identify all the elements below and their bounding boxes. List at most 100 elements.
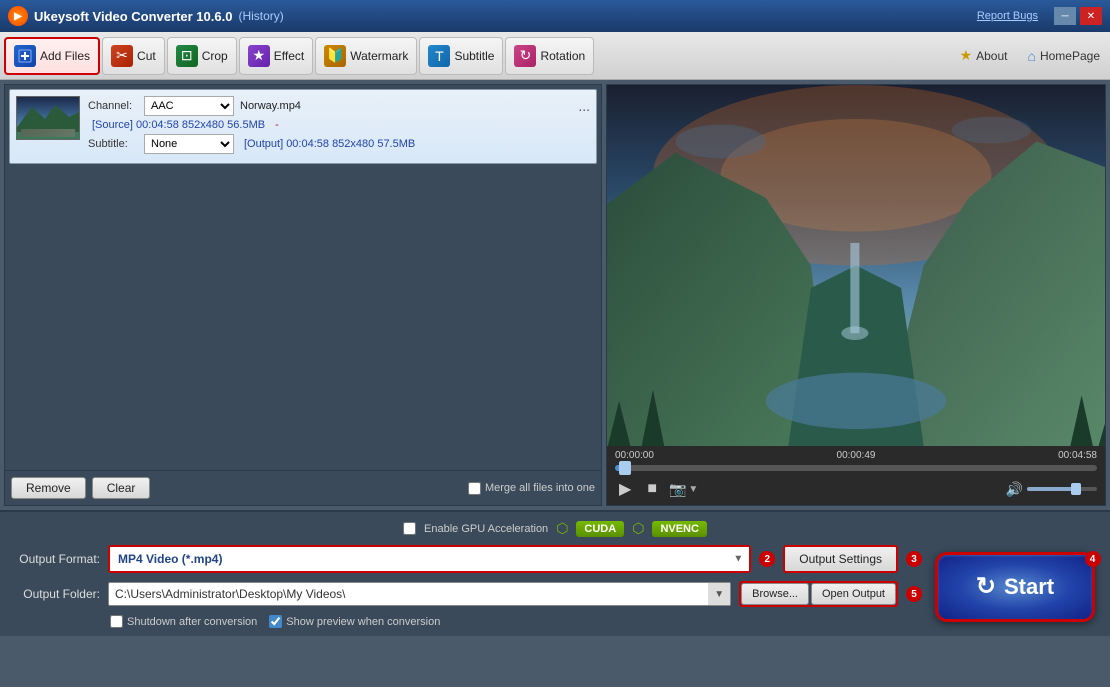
file-thumbnail bbox=[16, 96, 80, 140]
file-meta: Channel: AAC Norway.mp4 ... [Source] 00:… bbox=[88, 96, 590, 157]
cuda-badge[interactable]: CUDA bbox=[576, 521, 624, 537]
cut-label: Cut bbox=[137, 49, 156, 63]
format-select-wrapper: ▼ bbox=[108, 545, 751, 573]
close-button[interactable]: ✕ bbox=[1080, 7, 1102, 25]
open-output-button[interactable]: Open Output bbox=[811, 583, 896, 605]
watermark-label: Watermark bbox=[350, 49, 408, 63]
stop-button[interactable]: ■ bbox=[643, 478, 661, 500]
about-label: About bbox=[976, 49, 1007, 63]
nvidia-icon: ⬡ bbox=[556, 520, 568, 537]
file-list-panel: Channel: AAC Norway.mp4 ... [Source] 00:… bbox=[4, 84, 602, 506]
rotation-label: Rotation bbox=[540, 49, 585, 63]
report-bugs-link[interactable]: Report Bugs bbox=[977, 10, 1038, 22]
history-label[interactable]: (History) bbox=[238, 9, 283, 23]
file-list-content: Channel: AAC Norway.mp4 ... [Source] 00:… bbox=[5, 85, 601, 470]
preview-controls: 00:00:00 00:00:49 00:04:58 ▶ ■ 📷 ▼ 🔊 bbox=[607, 446, 1105, 505]
crop-icon: ⊡ bbox=[176, 45, 198, 67]
cut-icon: ✂ bbox=[111, 45, 133, 67]
camera-dropdown-icon[interactable]: ▼ bbox=[688, 484, 698, 495]
bottom-panel: Enable GPU Acceleration ⬡ CUDA ⬡ NVENC O… bbox=[0, 510, 1110, 636]
homepage-label: HomePage bbox=[1040, 49, 1100, 63]
shutdown-checkbox[interactable] bbox=[110, 615, 123, 628]
folder-label: Output Folder: bbox=[10, 587, 100, 601]
effect-label: Effect bbox=[274, 49, 304, 63]
time-end: 00:04:58 bbox=[1058, 450, 1097, 461]
volume-bar[interactable] bbox=[1027, 487, 1097, 491]
effect-icon: ★ bbox=[248, 45, 270, 67]
file-name: Norway.mp4 bbox=[240, 100, 572, 112]
file-options-button[interactable]: ... bbox=[578, 98, 590, 114]
folder-row: Output Folder: ▼ Browse... Open Output 5 bbox=[10, 581, 922, 607]
folder-input-wrapper: ▼ bbox=[108, 582, 731, 606]
output-info: [Output] 00:04:58 852x480 57.5MB bbox=[244, 138, 415, 150]
merge-checkbox[interactable] bbox=[468, 482, 481, 495]
preview-checkbox[interactable] bbox=[269, 615, 282, 628]
channel-select[interactable]: AAC bbox=[144, 96, 234, 116]
subtitle-select[interactable]: None bbox=[144, 134, 234, 154]
start-button[interactable]: ↻ Start bbox=[935, 552, 1095, 622]
crop-button[interactable]: ⊡ Crop bbox=[167, 37, 237, 75]
time-start: 00:00:00 bbox=[615, 450, 654, 461]
cut-button[interactable]: ✂ Cut bbox=[102, 37, 165, 75]
source-info: [Source] 00:04:58 852x480 56.5MB bbox=[92, 119, 265, 131]
screenshot-button[interactable]: 📷 ▼ bbox=[669, 481, 698, 498]
gpu-label: Enable GPU Acceleration bbox=[424, 523, 548, 535]
preview-panel: 00:00:00 00:00:49 00:04:58 ▶ ■ 📷 ▼ 🔊 bbox=[606, 84, 1106, 506]
shutdown-label: Shutdown after conversion bbox=[127, 616, 257, 628]
camera-icon: 📷 bbox=[669, 481, 686, 498]
watermark-icon: 🔰 bbox=[324, 45, 346, 67]
output-settings-button[interactable]: Output Settings bbox=[783, 545, 898, 573]
gpu-row: Enable GPU Acceleration ⬡ CUDA ⬡ NVENC bbox=[10, 520, 1100, 537]
about-icon: ★ bbox=[960, 47, 973, 64]
about-button[interactable]: ★ About bbox=[954, 43, 1014, 68]
minimize-button[interactable]: ─ bbox=[1054, 7, 1076, 25]
folder-dropdown-button[interactable]: ▼ bbox=[708, 583, 730, 605]
format-input[interactable] bbox=[110, 547, 749, 571]
remove-button[interactable]: Remove bbox=[11, 477, 86, 499]
volume-thumb[interactable] bbox=[1071, 483, 1081, 495]
watermark-button[interactable]: 🔰 Watermark bbox=[315, 37, 417, 75]
homepage-button[interactable]: ⌂ HomePage bbox=[1021, 44, 1106, 68]
start-icon: ↻ bbox=[976, 572, 996, 601]
start-label: Start bbox=[1004, 574, 1054, 600]
subtitle-button[interactable]: T Subtitle bbox=[419, 37, 503, 75]
folder-path-input[interactable] bbox=[109, 583, 708, 605]
volume-fill bbox=[1027, 487, 1076, 491]
browse-open-wrapper: Browse... Open Output bbox=[739, 581, 898, 607]
merge-label: Merge all files into one bbox=[485, 482, 595, 494]
toolbar: Add Files ✂ Cut ⊡ Crop ★ Effect 🔰 Waterm… bbox=[0, 32, 1110, 80]
file-list-footer: Remove Clear Merge all files into one bbox=[5, 470, 601, 505]
gpu-checkbox[interactable] bbox=[403, 522, 416, 535]
nvenc-badge[interactable]: NVENC bbox=[652, 521, 707, 537]
step4-badge: 4 bbox=[1085, 551, 1101, 567]
channel-label: Channel: bbox=[88, 100, 138, 112]
app-icon: ▶ bbox=[8, 6, 28, 26]
effect-button[interactable]: ★ Effect bbox=[239, 37, 313, 75]
options-row: Shutdown after conversion Show preview w… bbox=[110, 615, 922, 628]
browse-button[interactable]: Browse... bbox=[741, 583, 809, 605]
title-bar: ▶ Ukeysoft Video Converter 10.6.0 (Histo… bbox=[0, 0, 1110, 32]
file-item: Channel: AAC Norway.mp4 ... [Source] 00:… bbox=[9, 89, 597, 164]
preview-video bbox=[607, 85, 1105, 446]
format-row: Output Format: ▼ 2 Output Settings 3 bbox=[10, 545, 922, 573]
volume-icon: 🔊 bbox=[1006, 481, 1023, 498]
add-files-button[interactable]: Add Files bbox=[4, 37, 100, 75]
subtitle-label: Subtitle bbox=[454, 49, 494, 63]
step5-badge: 5 bbox=[906, 586, 922, 602]
step2-badge: 2 bbox=[759, 551, 775, 567]
add-files-icon bbox=[14, 45, 36, 67]
step3-badge: 3 bbox=[906, 551, 922, 567]
source-dash: - bbox=[275, 119, 279, 131]
progress-thumb[interactable] bbox=[619, 461, 631, 475]
add-files-label: Add Files bbox=[40, 49, 90, 63]
progress-bar[interactable] bbox=[615, 465, 1097, 471]
format-dropdown-icon[interactable]: ▼ bbox=[733, 554, 743, 565]
time-middle: 00:00:49 bbox=[837, 450, 876, 461]
nvidia-icon2: ⬡ bbox=[632, 520, 644, 537]
play-button[interactable]: ▶ bbox=[615, 477, 635, 501]
rotation-button[interactable]: ↻ Rotation bbox=[505, 37, 594, 75]
app-title: Ukeysoft Video Converter 10.6.0 bbox=[34, 9, 232, 24]
main-content: Channel: AAC Norway.mp4 ... [Source] 00:… bbox=[0, 80, 1110, 510]
home-icon: ⌂ bbox=[1027, 48, 1035, 64]
clear-button[interactable]: Clear bbox=[92, 477, 151, 499]
